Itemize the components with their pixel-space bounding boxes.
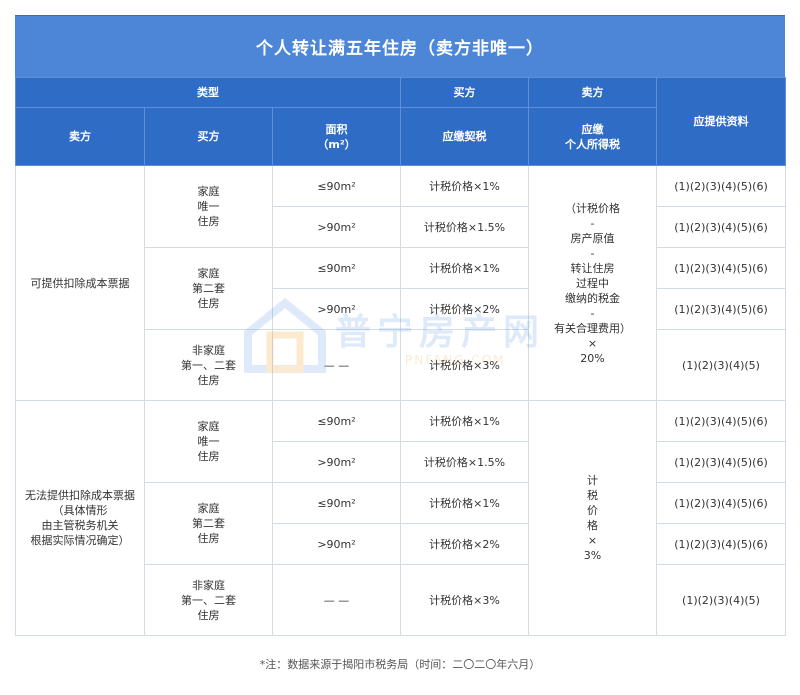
area-cell: ≤90m² bbox=[271, 247, 402, 289]
area-cell: — — bbox=[271, 564, 402, 636]
deed-tax-cell: 计税价格×2% bbox=[400, 523, 530, 565]
area-cell: >90m² bbox=[271, 206, 402, 248]
income-tax-cell: 计 税 价 格 × 3% bbox=[528, 400, 658, 636]
buyer-cell: 非家庭 第一、二套 住房 bbox=[144, 329, 273, 401]
buyer-cell: 非家庭 第一、二套 住房 bbox=[144, 564, 273, 636]
header-buyer-group: 买方 bbox=[400, 77, 530, 108]
header-type: 类型 bbox=[14, 77, 402, 108]
area-cell: ≤90m² bbox=[271, 482, 402, 524]
deed-tax-cell: 计税价格×1.5% bbox=[400, 441, 530, 483]
header-area: 面积 （m²） bbox=[271, 107, 402, 166]
area-cell: >90m² bbox=[271, 523, 402, 565]
income-tax-cell: （计税价格 - 房产原值 - 转让住房 过程中 缴纳的税金 - 有关合理费用） … bbox=[528, 165, 658, 401]
area-cell: >90m² bbox=[271, 441, 402, 483]
deed-tax-cell: 计税价格×2% bbox=[400, 288, 530, 330]
table-row: 无法提供扣除成本票据 （具体情形 由主管税务机关 根据实际情况确定） 家庭 唯一… bbox=[15, 400, 787, 636]
docs-cell: (1)(2)(3)(4)(5)(6) bbox=[656, 165, 787, 207]
buyer-cell: 家庭 唯一 住房 bbox=[144, 165, 273, 248]
seller-cell: 可提供扣除成本票据 bbox=[15, 165, 145, 401]
docs-cell: (1)(2)(3)(4)(5)(6) bbox=[656, 523, 787, 565]
area-cell: ≤90m² bbox=[271, 400, 402, 442]
area-cell: >90m² bbox=[271, 288, 402, 330]
area-cell: — — bbox=[271, 329, 402, 401]
table-title: 个人转让满五年住房（卖方非唯一） bbox=[15, 15, 785, 77]
buyer-cell: 家庭 第二套 住房 bbox=[144, 247, 273, 330]
docs-cell: (1)(2)(3)(4)(5) bbox=[656, 329, 787, 401]
buyer-cell: 家庭 第二套 住房 bbox=[144, 482, 273, 565]
deed-tax-cell: 计税价格×1% bbox=[400, 247, 530, 289]
table-row: 可提供扣除成本票据 家庭 唯一 住房 ≤90m² 计税价格×1% （计税价格 -… bbox=[15, 165, 787, 401]
deed-tax-cell: 计税价格×1% bbox=[400, 165, 530, 207]
deed-tax-cell: 计税价格×1.5% bbox=[400, 206, 530, 248]
docs-cell: (1)(2)(3)(4)(5)(6) bbox=[656, 206, 787, 248]
docs-cell: (1)(2)(3)(4)(5)(6) bbox=[656, 441, 787, 483]
deed-tax-cell: 计税价格×1% bbox=[400, 400, 530, 442]
header-docs: 应提供资料 bbox=[656, 77, 787, 166]
docs-cell: (1)(2)(3)(4)(5)(6) bbox=[656, 482, 787, 524]
header-seller: 卖方 bbox=[15, 107, 145, 166]
header-income-tax: 应缴 个人所得税 bbox=[528, 107, 658, 166]
deed-tax-cell: 计税价格×3% bbox=[400, 329, 530, 401]
deed-tax-cell: 计税价格×3% bbox=[400, 564, 530, 636]
area-cell: ≤90m² bbox=[271, 165, 402, 207]
header-deed-tax: 应缴契税 bbox=[400, 107, 530, 166]
buyer-cell: 家庭 唯一 住房 bbox=[144, 400, 273, 483]
docs-cell: (1)(2)(3)(4)(5)(6) bbox=[656, 400, 787, 442]
docs-cell: (1)(2)(3)(4)(5)(6) bbox=[656, 288, 787, 330]
source-note: *注：数据来源于揭阳市税务局（时间：二〇二〇年六月） bbox=[259, 658, 541, 671]
header-seller-group: 卖方 bbox=[528, 77, 658, 108]
header-buyer: 买方 bbox=[144, 107, 273, 166]
seller-cell: 无法提供扣除成本票据 （具体情形 由主管税务机关 根据实际情况确定） bbox=[15, 400, 145, 636]
docs-cell: (1)(2)(3)(4)(5)(6) bbox=[656, 247, 787, 289]
tax-table-panel: 个人转让满五年住房（卖方非唯一） 类型 买方 卖方 应提供资料 卖方 买方 面积… bbox=[14, 15, 787, 636]
docs-cell: (1)(2)(3)(4)(5) bbox=[656, 564, 787, 636]
tax-table: 类型 买方 卖方 应提供资料 卖方 买方 面积 （m²） 应缴契税 应缴 个人所… bbox=[14, 77, 787, 636]
deed-tax-cell: 计税价格×1% bbox=[400, 482, 530, 524]
